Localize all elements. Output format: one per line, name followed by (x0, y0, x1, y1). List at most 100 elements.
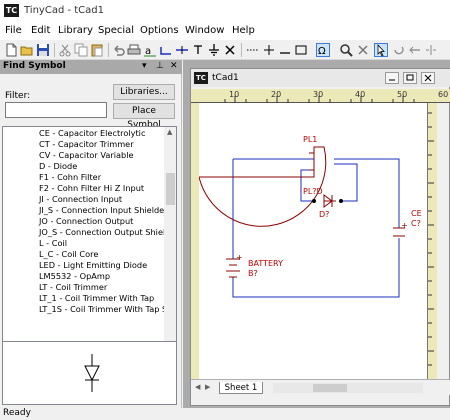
maximize-button[interactable] (403, 72, 417, 84)
ruler-label: 60 (438, 90, 449, 99)
toolbar-separator (54, 43, 55, 57)
window-title: TinyCad - tCad1 (24, 5, 104, 16)
label-pl1: PL1 (303, 135, 318, 144)
dotted-line-tool-icon[interactable] (246, 43, 260, 57)
symbol-list-item[interactable]: LM5532 - OpAmp (39, 271, 110, 282)
svg-text:a: a (145, 46, 151, 57)
title-bar: TC TinyCad - tCad1 (0, 0, 450, 22)
no-connect-icon[interactable] (223, 43, 237, 57)
ruler-ticks (224, 96, 415, 103)
libraries-button[interactable]: Libraries... (113, 84, 175, 100)
panel-options-icon[interactable]: ▾ (142, 61, 147, 71)
panel-header: Find Symbol ▾ ⊥ ✕ (0, 60, 182, 74)
symbol-list-item[interactable]: LT - Coil Trimmer (39, 282, 107, 293)
canvas-hscroll-thumb[interactable] (313, 384, 347, 392)
power-tool-icon[interactable] (191, 43, 205, 57)
symbol-list-item[interactable]: JI_S - Connection Input Shielded (39, 205, 169, 216)
ground-tool-icon[interactable] (207, 43, 221, 57)
menu-edit[interactable]: Edit (31, 25, 50, 36)
ruler-ticks (428, 112, 434, 366)
shape-tool-icon[interactable] (294, 43, 308, 57)
label-d: D? (319, 210, 330, 219)
symbol-list-item[interactable]: JO_S - Connection Output Shielded (39, 227, 176, 238)
filter-label: Filter: (5, 91, 31, 101)
find-symbol-panel: Find Symbol ▾ ⊥ ✕ Filter: Libraries... P… (0, 60, 182, 408)
paste-icon[interactable] (90, 43, 104, 57)
menu-bar: File Edit Library Special Options Window… (0, 22, 450, 40)
label-pl-d: PL?D (303, 187, 323, 196)
symbol-list-item[interactable]: F2 - Cohn Filter Hi Z Input (39, 183, 144, 194)
document-icon: TC (194, 72, 208, 84)
delete-icon[interactable] (356, 43, 370, 57)
sheet-tab-bar: ◀ ▶ Sheet 1 (191, 379, 450, 395)
menu-window[interactable]: Window (185, 25, 224, 36)
line-tool-icon[interactable] (278, 43, 292, 57)
label-c: C? (411, 219, 421, 228)
filter-input[interactable] (5, 102, 107, 118)
menu-file[interactable]: File (5, 25, 22, 36)
select-pointer-icon[interactable] (374, 43, 388, 57)
new-file-icon[interactable] (4, 43, 18, 57)
menu-library[interactable]: Library (58, 25, 93, 36)
toolbar: a Ω (0, 40, 450, 60)
toolbar-separator (241, 43, 242, 57)
symbol-list-item[interactable]: F1 - Cohn Filter (39, 172, 101, 183)
mirror-icon[interactable] (424, 43, 438, 57)
symbol-list-item[interactable]: JO - Connection Output (39, 216, 133, 227)
print-icon[interactable] (127, 43, 141, 57)
status-bar: Ready (0, 408, 450, 420)
open-folder-icon[interactable] (20, 43, 34, 57)
toolbar-separator (108, 43, 109, 57)
minimize-button[interactable] (385, 72, 399, 84)
mdi-workspace: TC tCad1 10 20 30 40 50 60 PL1 CE C? + B… (183, 60, 450, 408)
schematic-drawing (199, 146, 405, 298)
vscroll-thumb[interactable] (166, 173, 175, 205)
panel-close-icon[interactable]: ✕ (170, 61, 178, 71)
symbol-list-item[interactable]: CT - Capacitor Trimmer (39, 139, 134, 150)
left-ruler (191, 103, 199, 379)
symbol-list-item[interactable]: L_C - Coil Core (39, 249, 98, 260)
symbol-list-item[interactable]: D - Diode (39, 161, 77, 172)
label-ce: CE (411, 209, 422, 218)
symbol-list-item[interactable]: LT_1 - Coil Trimmer With Tap (39, 293, 154, 304)
ruler-label: 20 (271, 90, 282, 99)
panel-pin-icon[interactable]: ⊥ (156, 61, 164, 71)
menu-help[interactable]: Help (232, 25, 255, 36)
place-symbol-button[interactable]: Place Symbol (113, 103, 175, 130)
cut-icon[interactable] (58, 43, 72, 57)
close-button[interactable] (421, 72, 435, 84)
symbol-list-item[interactable]: CV - Capacitor Variable (39, 150, 134, 161)
status-text: Ready (3, 408, 31, 418)
sheet-next-icon[interactable]: ▶ (205, 383, 210, 391)
ruler-label: 40 (355, 90, 366, 99)
label-b: B? (248, 269, 258, 278)
junction-tool-icon[interactable] (262, 43, 276, 57)
sheet-prev-icon[interactable]: ◀ (195, 383, 200, 391)
flip-icon[interactable] (408, 43, 422, 57)
undo-icon[interactable] (112, 43, 126, 57)
bus-tool-icon[interactable] (175, 43, 189, 57)
symbol-list-item[interactable]: LT_1S - Coil Trimmer With Tap Sh (39, 304, 172, 315)
text-tool-icon[interactable]: a (143, 43, 157, 57)
copy-icon[interactable] (74, 43, 88, 57)
svg-text:Ω: Ω (318, 46, 326, 57)
rotate-icon[interactable] (392, 43, 406, 57)
wire-tool-icon[interactable] (159, 43, 173, 57)
symbol-list-item[interactable]: LED - Light Emitting Diode (39, 260, 147, 271)
scroll-up-icon[interactable]: ▲ (167, 128, 172, 136)
menu-options[interactable]: Options (140, 25, 179, 36)
menu-special[interactable]: Special (98, 25, 134, 36)
zoom-icon[interactable] (339, 43, 353, 57)
document-title: tCad1 (212, 73, 239, 83)
canvas-hscrollbar[interactable] (273, 383, 423, 393)
symbol-list-item[interactable]: CE - Capacitor Electrolytic (39, 128, 145, 139)
right-ruler (427, 103, 437, 379)
schematic-canvas[interactable]: PL1 CE C? + BATTERY B? + PL?D D? (199, 103, 427, 379)
omega-tool-icon[interactable]: Ω (316, 43, 330, 57)
symbol-list-item[interactable]: JI - Connection Input (39, 194, 122, 205)
diode-preview-symbol (84, 354, 100, 392)
symbol-list-item[interactable]: L - Coil (39, 238, 67, 249)
save-icon[interactable] (36, 43, 50, 57)
ruler-label: 50 (397, 90, 408, 99)
sheet-tab[interactable]: Sheet 1 (219, 382, 263, 394)
